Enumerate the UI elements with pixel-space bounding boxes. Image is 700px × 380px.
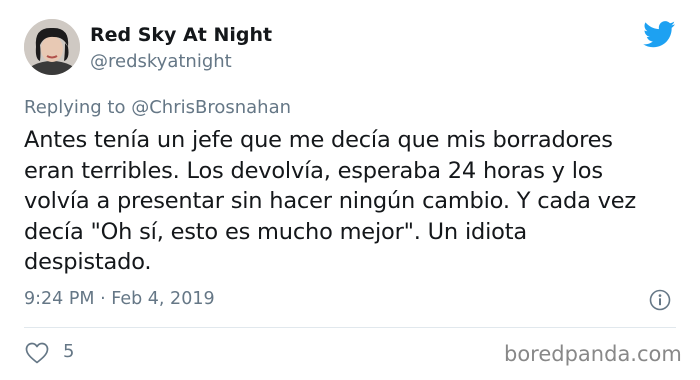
tweet-text: Antes tenía un jefe que me decía que mis… xyxy=(24,125,664,278)
author-display-name[interactable]: Red Sky At Night xyxy=(90,24,272,46)
replying-to-prefix: Replying to xyxy=(24,97,126,118)
tweet-text-line: decía "Oh sí, esto es mucho mejor". Un i… xyxy=(24,218,527,245)
watermark: boredpanda.com xyxy=(504,342,682,366)
tweet-text-line: Antes tenía un jefe que me decía que mis… xyxy=(24,127,613,153)
tweet-time: 9:24 PM xyxy=(24,289,95,309)
avatar[interactable] xyxy=(24,19,80,75)
tweet-text-line: despistado. xyxy=(24,249,152,275)
replying-to: Replying to @ChrisBrosnahan xyxy=(24,97,291,118)
twitter-bird-icon[interactable] xyxy=(643,21,676,48)
tweet-text-line: volvía a presentar sin hacer ningún camb… xyxy=(24,188,637,214)
info-icon[interactable] xyxy=(649,289,671,311)
tweet-timestamp[interactable]: 9:24 PM · Feb 4, 2019 xyxy=(24,289,215,309)
heart-icon[interactable] xyxy=(25,342,49,364)
timestamp-separator: · xyxy=(100,289,106,309)
tweet-text-line: eran terribles. Los devolvía, esperaba 2… xyxy=(24,157,603,184)
tweet-date: Feb 4, 2019 xyxy=(111,289,215,309)
profile-photo-icon xyxy=(24,19,80,75)
author-handle[interactable]: @redskyatnight xyxy=(90,51,232,72)
like-count: 5 xyxy=(63,341,75,362)
divider xyxy=(24,327,676,328)
reply-mention-link[interactable]: @ChrisBrosnahan xyxy=(131,97,291,118)
